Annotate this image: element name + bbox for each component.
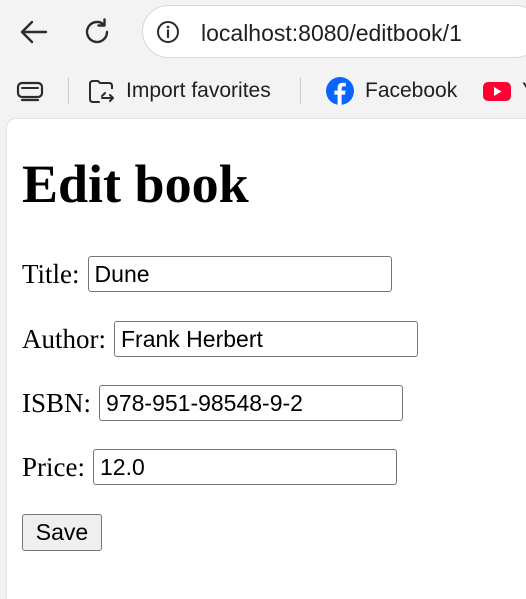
info-icon[interactable] xyxy=(156,20,180,44)
collections-icon[interactable] xyxy=(14,78,46,104)
reload-icon xyxy=(85,18,109,44)
price-label: Price: xyxy=(22,451,85,482)
url-text[interactable]: localhost:8080/editbook/1 xyxy=(201,20,462,47)
isbn-row: ISBN: xyxy=(22,385,404,421)
title-input[interactable] xyxy=(87,256,392,292)
favorite-import-favorites[interactable]: Import favorites xyxy=(86,75,271,107)
author-input[interactable] xyxy=(114,321,418,357)
favorite-label: Facebook xyxy=(365,79,458,102)
favorite-facebook[interactable]: Facebook xyxy=(325,75,457,107)
save-button[interactable]: Save xyxy=(22,514,102,551)
favorites-bar: Import favorites Facebook Y xyxy=(0,66,526,116)
youtube-icon xyxy=(482,76,512,106)
page-title: Edit book xyxy=(22,154,249,214)
author-label: Author: xyxy=(22,323,106,354)
back-arrow-icon xyxy=(20,20,48,44)
price-row: Price: xyxy=(22,449,397,485)
address-bar[interactable]: localhost:8080/editbook/1 xyxy=(142,5,526,58)
price-input[interactable] xyxy=(92,449,397,485)
facebook-icon xyxy=(325,76,355,106)
favorite-label: Import favorites xyxy=(126,79,271,102)
favorite-label: Y xyxy=(522,79,526,103)
browser-toolbar: localhost:8080/editbook/1 xyxy=(0,0,526,66)
author-row: Author: xyxy=(22,321,418,357)
title-row: Title: xyxy=(22,256,392,292)
isbn-label: ISBN: xyxy=(22,387,92,418)
page-viewport: Edit book Title: Author: ISBN: Price: Sa… xyxy=(7,119,526,599)
title-label: Title: xyxy=(22,258,80,289)
favorites-divider xyxy=(300,78,301,104)
isbn-input[interactable] xyxy=(99,385,404,421)
favorites-divider xyxy=(68,78,69,104)
reload-button[interactable] xyxy=(77,12,117,52)
back-button[interactable] xyxy=(14,12,54,52)
favorite-youtube[interactable]: Y xyxy=(482,75,526,107)
import-favorites-icon xyxy=(86,76,116,106)
